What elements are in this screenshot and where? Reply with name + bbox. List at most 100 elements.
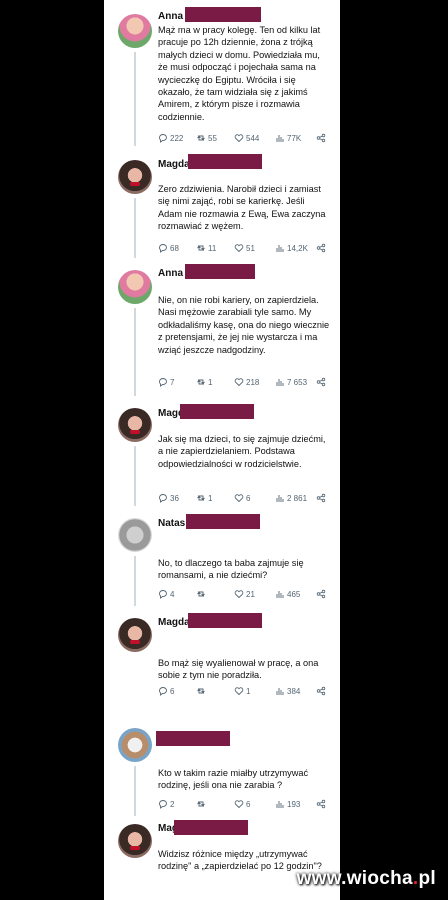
retweet-icon (197, 379, 205, 385)
like-button[interactable]: 6 (234, 493, 250, 503)
tweet-actions: 2 6 193 (158, 799, 333, 811)
reply-count: 2 (170, 799, 175, 809)
tweet-actions: 68 11 51 14,2K (158, 243, 333, 255)
views-button[interactable]: 14,2K (275, 243, 308, 253)
views-button[interactable]: 384 (275, 686, 300, 696)
retweet-count: 11 (208, 243, 217, 253)
tweet-actions: 6 1 384 (158, 686, 333, 698)
retweet-icon (197, 245, 205, 251)
like-button[interactable]: 51 (234, 243, 255, 253)
retweet-icon (197, 801, 205, 807)
heart-icon (234, 494, 244, 503)
share-button[interactable] (316, 589, 326, 599)
retweet-button[interactable] (196, 686, 208, 696)
redaction-bar (156, 731, 230, 746)
magda-avatar[interactable] (118, 160, 152, 194)
like-button[interactable]: 1 (234, 686, 250, 696)
tweet[interactable]: Magd Jak się ma dzieci, to się zajmuje d… (104, 400, 340, 510)
views-button[interactable]: 77K (275, 133, 301, 143)
retweet-button[interactable]: 11 (196, 243, 216, 253)
tweet-thread: Anna Mąż ma w pracy kolegę. Ten od kilku… (104, 0, 340, 900)
reply-icon (159, 494, 167, 503)
views-icon (276, 379, 284, 386)
views-button[interactable]: 193 (275, 799, 300, 809)
author-name[interactable]: Anna (158, 11, 183, 22)
like-count: 6 (246, 799, 251, 809)
retweet-button[interactable]: 1 (196, 377, 212, 387)
retweet-count: 1 (208, 377, 213, 387)
redaction-bar (185, 7, 261, 22)
natas-avatar[interactable] (118, 518, 152, 552)
reply-button[interactable]: 7 (158, 377, 174, 387)
view-count: 77K (287, 133, 302, 143)
views-icon (276, 135, 284, 142)
retweet-count: 1 (208, 493, 213, 503)
author-name[interactable]: Natas (158, 518, 185, 529)
views-icon (276, 688, 284, 695)
author-name[interactable]: Magda (158, 617, 190, 628)
like-button[interactable]: 218 (234, 377, 259, 387)
share-button[interactable] (316, 133, 326, 143)
reply-button[interactable]: 4 (158, 589, 174, 599)
tweet[interactable]: Natas No, to dlaczego ta baba zajmuje si… (104, 510, 340, 610)
views-button[interactable]: 2 861 (275, 493, 307, 503)
reply-button[interactable]: 222 (158, 133, 183, 143)
reply-button[interactable]: 6 (158, 686, 174, 696)
like-button[interactable]: 544 (234, 133, 259, 143)
author-name[interactable]: Magda (158, 159, 190, 170)
thread-line (134, 308, 136, 396)
heart-icon (234, 800, 244, 809)
tweet-actions: 222 55 544 77K (158, 133, 333, 145)
share-icon (316, 589, 326, 599)
thread-line (134, 198, 136, 258)
share-button[interactable] (316, 686, 326, 696)
reply-icon (159, 244, 167, 253)
share-icon (316, 686, 326, 696)
tweet[interactable]: Anna Nie, on nie robi kariery, on zapier… (104, 262, 340, 400)
lips-detail (130, 182, 140, 186)
reply-button[interactable]: 2 (158, 799, 174, 809)
reply-count: 222 (170, 133, 184, 143)
reply-button[interactable]: 36 (158, 493, 179, 503)
retweet-button[interactable] (196, 589, 208, 599)
tweet[interactable]: Magda Bo mąż się wyalienował w pracę, a … (104, 610, 340, 720)
thread-line (134, 446, 136, 506)
retweet-icon (197, 688, 205, 694)
tweet[interactable]: Anna Mąż ma w pracy kolegę. Ten od kilku… (104, 0, 340, 150)
magda-avatar[interactable] (118, 618, 152, 652)
retweet-button[interactable]: 55 (196, 133, 217, 143)
reply-count: 4 (170, 589, 175, 599)
lips-detail (130, 846, 140, 850)
like-button[interactable]: 6 (234, 799, 250, 809)
magda-avatar[interactable] (118, 824, 152, 858)
anon-avatar[interactable] (118, 728, 152, 762)
retweet-icon (197, 495, 205, 501)
share-icon (316, 133, 326, 143)
share-icon (316, 799, 326, 809)
share-button[interactable] (316, 243, 326, 253)
views-button[interactable]: 465 (275, 589, 300, 599)
reply-icon (159, 134, 167, 143)
retweet-icon (197, 135, 205, 141)
tweet-text: Zero zdziwienia. Narobił dzieci i zamias… (158, 184, 326, 232)
tweet[interactable]: Magda Zero zdziwienia. Narobił dzieci i … (104, 150, 340, 262)
retweet-icon (197, 591, 205, 597)
like-count: 51 (246, 243, 255, 253)
tweet[interactable]: Kto w takim razie miałby utrzymywać rodz… (104, 720, 340, 820)
share-button[interactable] (316, 377, 326, 387)
redaction-bar (185, 264, 255, 279)
retweet-button[interactable] (196, 799, 208, 809)
tweet-actions: 7 1 218 7 653 (158, 377, 333, 389)
views-button[interactable]: 7 653 (275, 377, 307, 387)
anna-avatar[interactable] (118, 14, 152, 48)
reply-button[interactable]: 68 (158, 243, 179, 253)
anna-avatar[interactable] (118, 270, 152, 304)
reply-icon (159, 590, 167, 599)
share-button[interactable] (316, 799, 326, 809)
like-button[interactable]: 21 (234, 589, 255, 599)
author-name[interactable]: Anna (158, 268, 183, 279)
magda-avatar[interactable] (118, 408, 152, 442)
share-button[interactable] (316, 493, 326, 503)
retweet-button[interactable]: 1 (196, 493, 212, 503)
site-watermark: www.wiocha.pl (297, 868, 436, 890)
